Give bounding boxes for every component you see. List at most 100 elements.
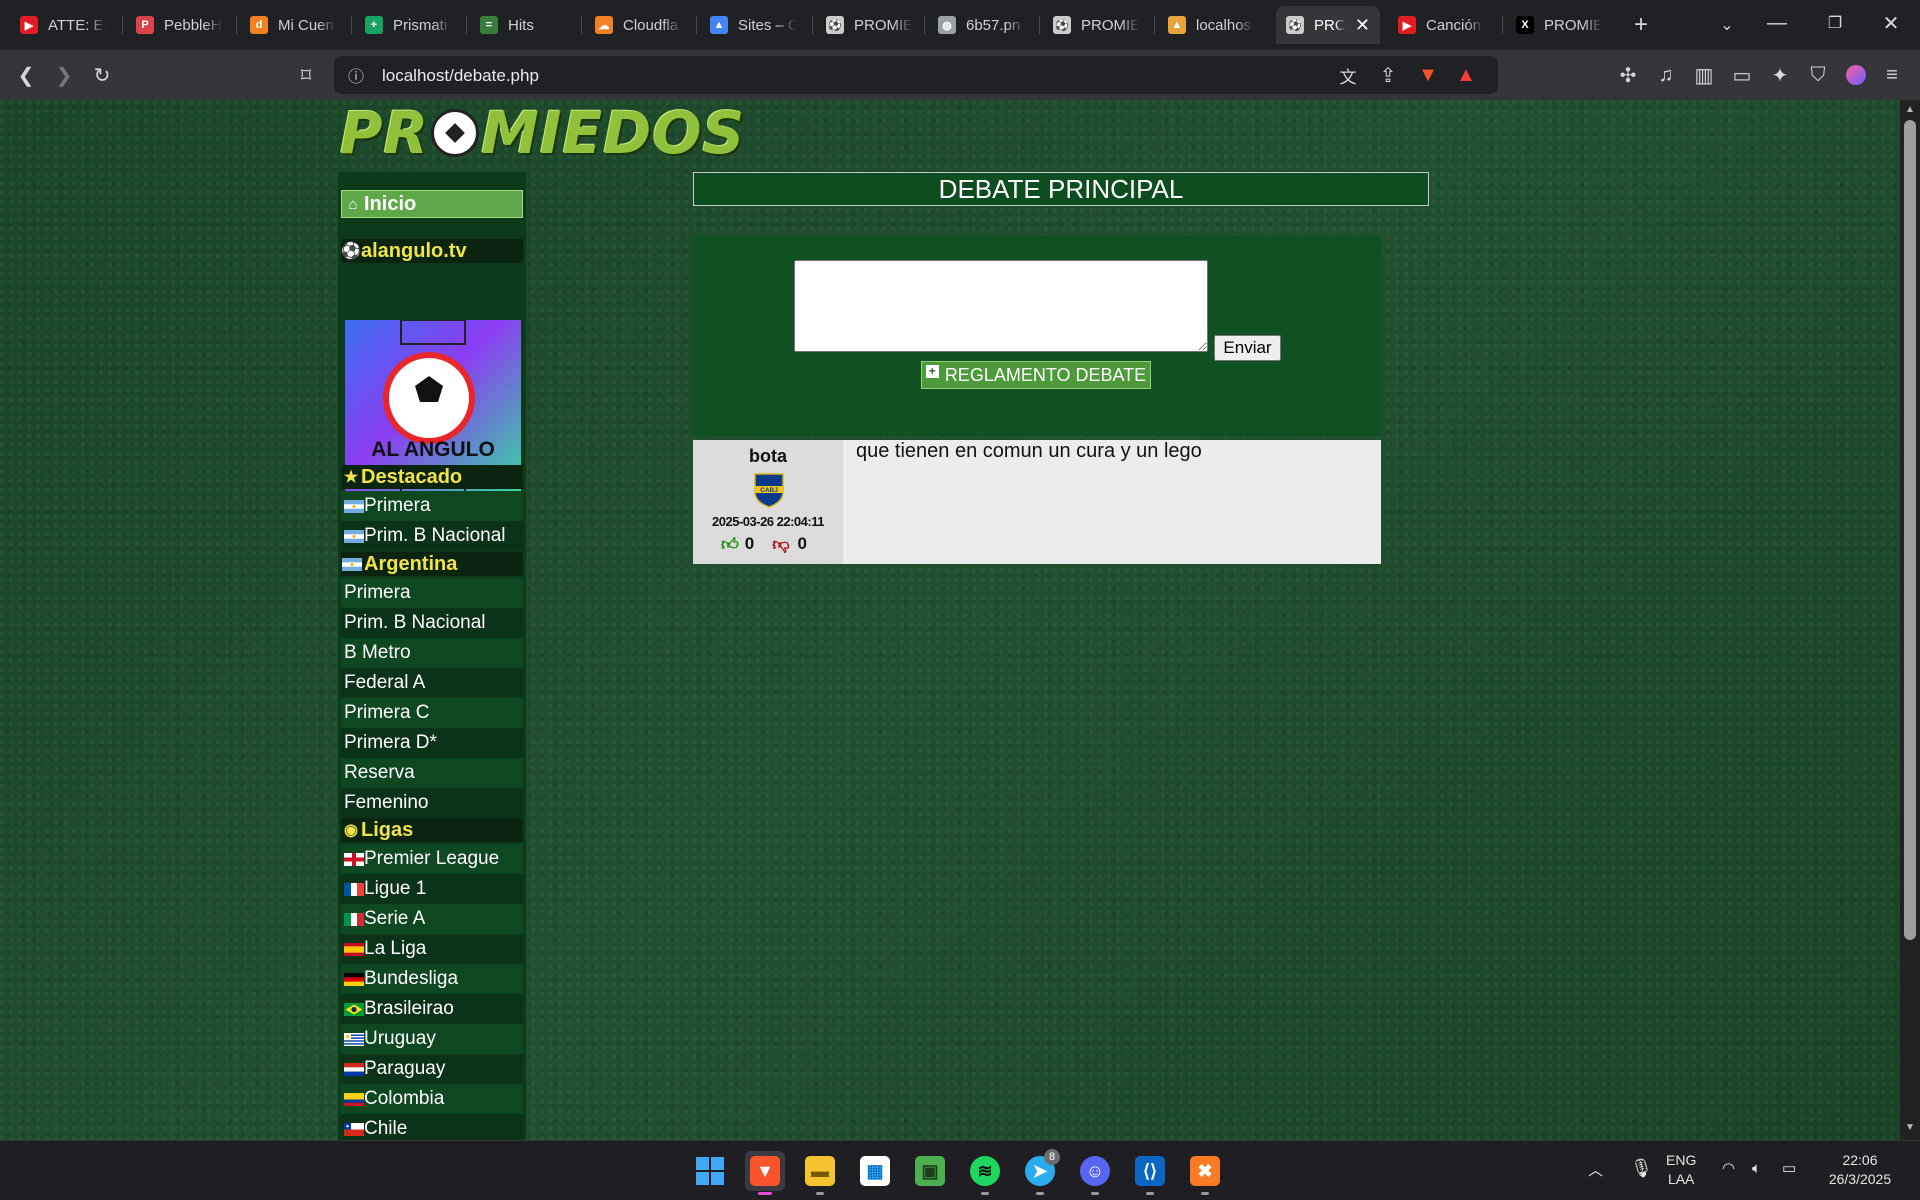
taskbar-minecraft[interactable]: ▣: [910, 1151, 950, 1191]
scroll-up-arrow-icon[interactable]: ▲: [1905, 104, 1915, 115]
post-username[interactable]: bota: [693, 446, 843, 467]
tab-4[interactable]: = Hits: [470, 6, 578, 44]
sidebar-item-destacado-primb[interactable]: Prim. B Nacional: [341, 521, 523, 551]
window-close-button[interactable]: ✕: [1876, 8, 1906, 38]
battery-icon[interactable]: ▭: [1782, 1159, 1796, 1178]
language-code: ENG: [1666, 1152, 1697, 1168]
profile-avatar[interactable]: [1842, 61, 1870, 89]
clock[interactable]: 22:06 26/3/2025: [1818, 1151, 1902, 1189]
translate-icon[interactable]: 文: [1334, 61, 1362, 89]
alangulo-header[interactable]: ⚽ alangulo.tv: [341, 239, 523, 263]
sidebar-item-arg-primerac[interactable]: Primera C: [341, 698, 523, 728]
tab-0[interactable]: ▶ ATTE: EL: [10, 6, 118, 44]
sidebar-item-brasileirao[interactable]: Brasileirao: [341, 994, 523, 1024]
tab-3[interactable]: + Prismati: [355, 6, 463, 44]
tab-12[interactable]: ▶ Canción: [1388, 6, 1496, 44]
tab-9[interactable]: ⚽ PROMIE: [1043, 6, 1151, 44]
tab-7[interactable]: ⚽ PROMIE: [816, 6, 924, 44]
sidebar-item-arg-primb[interactable]: Prim. B Nacional: [341, 608, 523, 638]
thumbs-down-icon[interactable]: 👎︎: [772, 534, 789, 555]
sidebar-item-arg-bmetro[interactable]: B Metro: [341, 638, 523, 668]
sidebar-item-premier-league[interactable]: Premier League: [341, 844, 523, 874]
tab-11[interactable]: ⚽ PRO ✕: [1276, 6, 1380, 44]
tab-1[interactable]: P PebbleH: [126, 6, 234, 44]
wallet-icon[interactable]: ▭: [1728, 61, 1756, 89]
reload-icon[interactable]: ↻: [88, 61, 116, 89]
taskbar-file-explorer[interactable]: ▬: [800, 1151, 840, 1195]
tab-title: PRO: [1314, 16, 1345, 34]
post-body: que tienen en comun un cura y un lego: [856, 440, 1202, 462]
wifi-icon[interactable]: ◠: [1722, 1159, 1735, 1178]
sidebar-item-uruguay[interactable]: Uruguay: [341, 1024, 523, 1054]
window-restore-button[interactable]: ❐: [1820, 8, 1850, 38]
window-minimize-button[interactable]: —: [1762, 8, 1792, 38]
language-indicator[interactable]: ENG LAA: [1666, 1151, 1696, 1189]
address-bar[interactable]: ⓘ localhost/debate.php 文 ⇪ ▼ ▲: [334, 56, 1498, 94]
tray-chevron-icon[interactable]: ︿: [1588, 1161, 1603, 1180]
sidebar-item-arg-reserva[interactable]: Reserva: [341, 758, 523, 788]
send-button[interactable]: Enviar: [1214, 335, 1281, 361]
volume-icon[interactable]: 🔈︎: [1752, 1159, 1761, 1178]
menu-icon[interactable]: ≡: [1878, 61, 1906, 89]
sidebar-item-inicio[interactable]: ⌂ Inicio: [341, 190, 523, 218]
sidebar-item-label: Femenino: [344, 792, 429, 813]
media-icon[interactable]: ♫: [1652, 61, 1680, 89]
taskbar-discord[interactable]: ☺: [1075, 1151, 1115, 1195]
sidebar-item-chile[interactable]: Chile: [341, 1114, 523, 1140]
sidebar-item-label: Bundesliga: [364, 968, 459, 989]
sidebar-item-arg-primera[interactable]: Primera: [341, 578, 523, 608]
scroll-down-arrow-icon[interactable]: ▼: [1905, 1122, 1915, 1133]
close-tab-icon[interactable]: ✕: [1355, 15, 1370, 36]
sidebar-item-serie-a[interactable]: Serie A: [341, 904, 523, 934]
page-scrollbar[interactable]: ▲ ▼: [1900, 100, 1920, 1140]
tab-title: localhos: [1196, 16, 1252, 34]
sidebar-item-bundesliga[interactable]: Bundesliga: [341, 964, 523, 994]
scrollbar-thumb[interactable]: [1904, 120, 1916, 940]
new-tab-button[interactable]: +: [1626, 10, 1656, 40]
vpn-icon[interactable]: ⛉: [1804, 61, 1832, 89]
leo-ai-icon[interactable]: ✦: [1766, 61, 1794, 89]
bookmark-icon[interactable]: ⌑: [292, 61, 320, 89]
taskbar-vscode[interactable]: ⟨⟩: [1130, 1151, 1170, 1195]
rules-button[interactable]: + REGLAMENTO DEBATE: [921, 361, 1151, 389]
message-textarea[interactable]: [794, 260, 1208, 352]
spain-flag-icon: [344, 942, 364, 956]
tab-13[interactable]: X PROMIE: [1506, 6, 1614, 44]
extensions-icon[interactable]: ✣: [1614, 61, 1642, 89]
sidebar-item-arg-femenino[interactable]: Femenino: [341, 788, 523, 818]
sidebar-item-arg-primerad[interactable]: Primera D*: [341, 728, 523, 758]
microphone-icon[interactable]: 🎙︎: [1630, 1159, 1653, 1178]
tab-favicon-icon: X: [1516, 16, 1534, 34]
forward-icon[interactable]: ❯: [50, 61, 78, 89]
sidebar-item-destacado-primera[interactable]: Primera: [341, 491, 523, 521]
tab-10[interactable]: ▲ localhos: [1158, 6, 1266, 44]
windows-taskbar: ▼ ▬ ▦ ▣ ≋ ➤ 8 ☺ ⟨⟩ ✖ ︿ 🎙︎ ENG LAA ◠ 🔈︎ ▭…: [0, 1140, 1920, 1200]
tab-search-chevron-icon[interactable]: ⌄: [1712, 10, 1742, 40]
taskbar-brave[interactable]: ▼: [745, 1151, 785, 1195]
thumbs-up-icon[interactable]: 👍︎: [721, 534, 739, 555]
sidebar-icon[interactable]: ▥: [1690, 61, 1718, 89]
tab-5[interactable]: ☁ Cloudfla: [585, 6, 693, 44]
sidebar-item-colombia[interactable]: Colombia: [341, 1084, 523, 1114]
back-icon[interactable]: ❮: [12, 61, 40, 89]
tab-6[interactable]: ▲ Sites – G: [700, 6, 808, 44]
brave-shields-icon[interactable]: ▼: [1414, 61, 1442, 89]
taskbar-store[interactable]: ▦: [855, 1151, 895, 1191]
sidebar-item-ligue-1[interactable]: Ligue 1: [341, 874, 523, 904]
share-icon[interactable]: ⇪: [1374, 61, 1402, 89]
brave-rewards-icon[interactable]: ▲: [1452, 61, 1480, 89]
taskbar-telegram[interactable]: ➤ 8: [1020, 1149, 1060, 1195]
sidebar-item-paraguay[interactable]: Paraguay: [341, 1054, 523, 1084]
start-button[interactable]: [690, 1151, 730, 1191]
telegram-badge: 8: [1044, 1149, 1060, 1165]
taskbar-xampp[interactable]: ✖: [1185, 1151, 1225, 1195]
tab-favicon-icon: ◍: [938, 16, 956, 34]
tab-2[interactable]: d Mi Cuen: [240, 6, 348, 44]
tab-8[interactable]: ◍ 6b57.pn: [928, 6, 1036, 44]
promiedos-logo[interactable]: PR MIEDOS: [340, 100, 745, 167]
sidebar-item-arg-federala[interactable]: Federal A: [341, 668, 523, 698]
taskbar-spotify[interactable]: ≋: [965, 1151, 1005, 1195]
url-text: localhost/debate.php: [382, 66, 539, 85]
sidebar-item-la-liga[interactable]: La Liga: [341, 934, 523, 964]
site-info-icon[interactable]: ⓘ: [342, 61, 370, 89]
